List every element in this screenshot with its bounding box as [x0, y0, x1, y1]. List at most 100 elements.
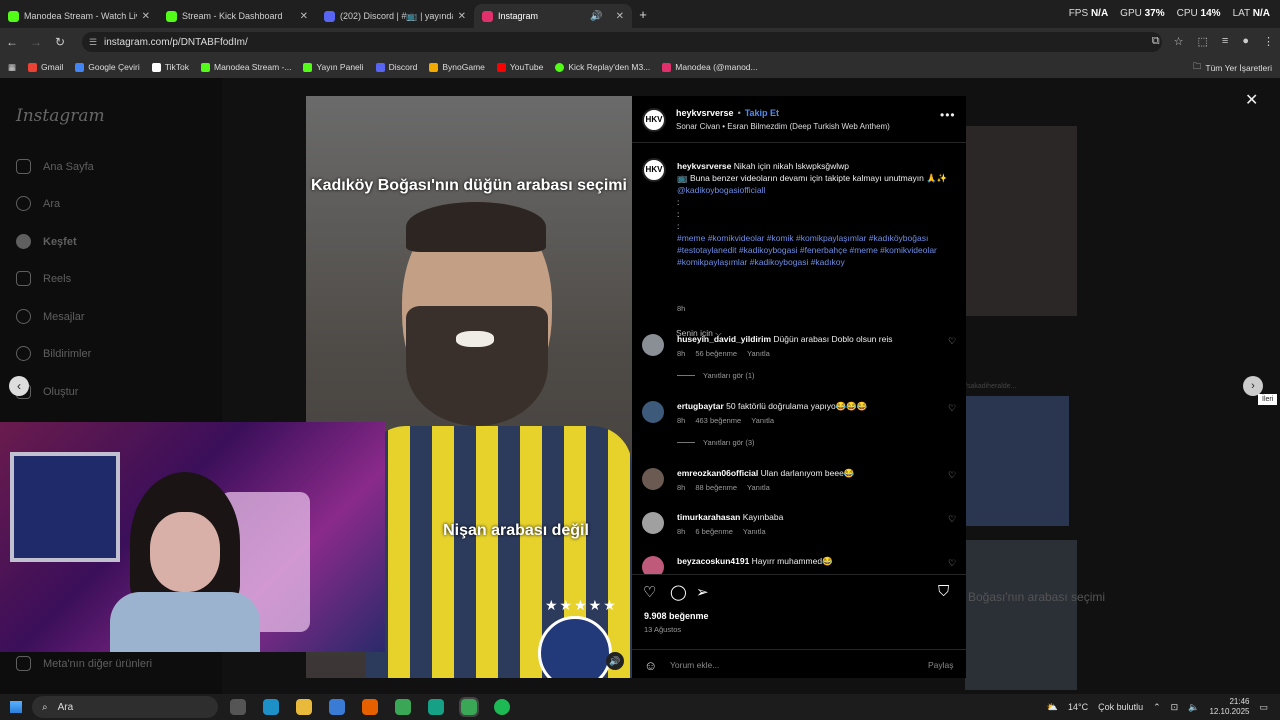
volume-icon[interactable]: 🔈 — [1188, 702, 1199, 713]
speaker-icon[interactable]: 🔊 — [590, 11, 602, 22]
comment-likes[interactable]: 56 beğenme — [695, 349, 737, 358]
edge-icon[interactable] — [263, 699, 279, 715]
view-replies-button[interactable]: Yanıtları gör (1) — [677, 371, 755, 380]
site-info-icon[interactable]: ☰ — [89, 37, 99, 47]
network-icon[interactable]: ⊡ — [1171, 702, 1179, 713]
reply-button[interactable]: Yanıtla — [747, 349, 770, 358]
clock[interactable]: 21:46 12.10.2025 — [1209, 697, 1249, 717]
save-bookmark-icon[interactable]: ⛉ — [938, 583, 949, 600]
store-icon[interactable] — [329, 699, 345, 715]
taskbar-search[interactable]: ⌕ Ara — [32, 696, 218, 718]
comment-avatar[interactable] — [642, 512, 664, 534]
chevron-up-icon[interactable]: ⌃ — [1153, 702, 1161, 713]
close-icon[interactable]: ✕ — [300, 11, 308, 22]
comment-input[interactable]: Yorum ekle... — [670, 660, 719, 670]
bookmark-star-icon[interactable]: ☆ — [1174, 35, 1184, 48]
bookmark-instagram[interactable]: Manodea (@manod... — [662, 62, 758, 72]
bookmark-youtube[interactable]: YouTube — [496, 62, 543, 72]
cast-icon[interactable]: ⧉ — [1152, 35, 1160, 48]
bookmark-gmail[interactable]: Gmail — [28, 62, 63, 72]
reply-button[interactable]: Yanıtla — [743, 527, 766, 536]
notification-icon[interactable]: ▭ — [1259, 702, 1268, 713]
sidebar-item-messages[interactable]: Mesajlar — [16, 309, 85, 324]
audio-icon[interactable]: 🔊 — [606, 652, 624, 670]
close-icon[interactable]: ✕ — [616, 11, 624, 22]
comment-avatar[interactable] — [642, 401, 664, 423]
reply-button[interactable]: Yanıtla — [747, 483, 770, 492]
heart-icon[interactable]: ♡ — [948, 558, 956, 569]
tab-discord[interactable]: (202) Discord | #📺 | yayında-k ✕ — [316, 4, 474, 28]
heart-icon[interactable]: ♡ — [948, 336, 956, 347]
sidebar-item-meta[interactable]: Meta'nın diğer ürünleri — [16, 656, 152, 671]
app-icon[interactable] — [428, 699, 444, 715]
windows-start-icon[interactable] — [10, 701, 22, 713]
author-avatar[interactable]: HKV — [642, 108, 666, 132]
menu-icon[interactable]: ⋮ — [1263, 35, 1274, 48]
comment-avatar[interactable] — [642, 334, 664, 356]
bookmark-tiktok[interactable]: TikTok — [151, 62, 189, 72]
heart-icon[interactable]: ♡ — [948, 470, 956, 481]
chrome-icon[interactable] — [395, 699, 411, 715]
caption-mention[interactable]: @kadikoybogasiofficiall — [677, 185, 765, 195]
bookmark-discord[interactable]: Discord — [375, 62, 417, 72]
all-bookmarks[interactable]: 🗀 Tüm Yer İşaretleri — [1193, 61, 1272, 75]
caption-hashtags[interactable]: #meme #komikvideolar #komik #komikpaylaş… — [677, 233, 937, 267]
tab-kick-stream[interactable]: Manodea Stream - Watch Live ✕ — [0, 4, 158, 28]
like-heart-icon[interactable]: ♡ — [643, 583, 656, 601]
close-icon[interactable]: ✕ — [142, 11, 150, 22]
sidebar-item-reels[interactable]: Reels — [16, 271, 71, 286]
heart-icon[interactable]: ♡ — [948, 514, 956, 525]
instagram-logo[interactable]: Instagram — [16, 106, 105, 126]
close-icon[interactable]: ✕ — [1245, 90, 1258, 110]
spotify-icon[interactable] — [494, 699, 510, 715]
close-icon[interactable]: ✕ — [458, 11, 466, 22]
media-icon[interactable]: ≡ — [1222, 35, 1228, 48]
share-icon[interactable]: ➢ — [696, 583, 709, 601]
comment-username[interactable]: huseyin_david_yildirim — [677, 334, 771, 344]
extensions-icon[interactable]: ⬚ — [1198, 35, 1208, 48]
task-view-icon[interactable] — [230, 699, 246, 715]
emoji-icon[interactable]: ☺ — [644, 658, 657, 673]
follow-button[interactable]: Takip Et — [745, 108, 779, 118]
file-explorer-icon[interactable] — [296, 699, 312, 715]
previous-arrow-icon[interactable]: ‹ — [9, 376, 29, 396]
likes-count[interactable]: 9.908 beğenme — [644, 611, 709, 621]
sidebar-item-home[interactable]: Ana Sayfa — [16, 159, 94, 174]
comment-username[interactable]: timurkarahasan — [677, 512, 740, 522]
new-tab-button[interactable]: + — [632, 7, 654, 22]
comment-likes[interactable]: 6 beğenme — [695, 527, 733, 536]
comment-username[interactable]: beyzacoskun4191 — [677, 556, 749, 566]
profile-icon[interactable]: ● — [1242, 35, 1249, 48]
apps-icon[interactable]: ▦ — [8, 62, 16, 73]
comment-avatar[interactable] — [642, 556, 664, 574]
tab-kick-dashboard[interactable]: Stream - Kick Dashboard ✕ — [158, 4, 316, 28]
post-comment-button[interactable]: Paylaş — [928, 660, 954, 670]
author-username[interactable]: heykvsrverse — [676, 108, 734, 118]
url-field[interactable]: ☰ instagram.com/p/DNTABFfodIm/ — [82, 32, 1162, 52]
reload-icon[interactable]: ↻ — [48, 35, 72, 49]
comment-likes[interactable]: 463 beğenme — [695, 416, 741, 425]
sidebar-item-search[interactable]: Ara — [16, 196, 60, 211]
view-replies-button[interactable]: Yanıtları gör (3) — [677, 438, 755, 447]
comment-username[interactable]: ertugbaytar — [677, 401, 724, 411]
firefox-icon[interactable] — [362, 699, 378, 715]
chrome-icon[interactable] — [459, 697, 479, 717]
audio-track[interactable]: Sonar Civan • Esran Bilmezdim (Deep Turk… — [676, 122, 890, 131]
more-options-icon[interactable]: ••• — [940, 108, 956, 122]
bookmark-kick-replay[interactable]: Kick Replay'den M3... — [555, 62, 650, 72]
weather-icon[interactable]: ⛅ — [1047, 702, 1058, 713]
tab-instagram[interactable]: Instagram 🔊 ✕ — [474, 4, 632, 28]
bookmark-kick-stream[interactable]: Manodea Stream -... — [200, 62, 291, 72]
forward-icon[interactable]: → — [24, 35, 48, 49]
sidebar-item-notifications[interactable]: Bildirimler — [16, 346, 91, 361]
bookmark-yayin-paneli[interactable]: Yayın Paneli — [303, 62, 364, 72]
caption-username[interactable]: heykvsrverse — [677, 161, 731, 171]
comment-username[interactable]: emreozkan06official — [677, 468, 758, 478]
comment-avatar[interactable] — [642, 468, 664, 490]
next-arrow-icon[interactable]: › — [1243, 376, 1263, 396]
caption-author-avatar[interactable]: HKV — [642, 158, 666, 182]
bookmark-bynogame[interactable]: BynoGame — [429, 62, 485, 72]
sidebar-item-explore[interactable]: Keşfet — [16, 234, 77, 249]
comment-likes[interactable]: 88 beğenme — [695, 483, 737, 492]
back-icon[interactable]: ← — [0, 35, 24, 49]
